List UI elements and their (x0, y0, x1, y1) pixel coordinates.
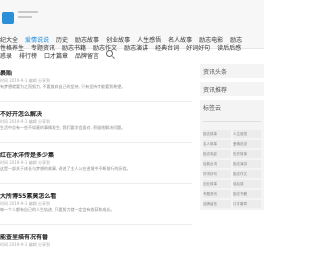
search-icon[interactable] (106, 50, 114, 57)
nav-item[interactable]: 品牌留言 (75, 51, 99, 60)
tag-link[interactable]: 励志电影 (203, 150, 231, 158)
tag-link[interactable]: 励志演讲 (233, 160, 261, 168)
tag-link[interactable]: 专题资讯 (203, 190, 231, 198)
article-title[interactable]: 能查里描有况有番 (0, 234, 192, 242)
divider (0, 101, 192, 102)
article-item[interactable]: 不好开怎么解决 时间 2019-9-1 编辑 分享到 生活中总有一些不如意的事情… (0, 111, 192, 143)
article-summary: 每一个人都有自己的人生轨迹, 只要努力就一定会有收获和成长。 (0, 207, 115, 212)
tag-link[interactable]: 口才篇章 (233, 200, 261, 208)
nav-item[interactable]: 读后后感 (217, 43, 241, 52)
tag-link[interactable]: 好词好句 (203, 170, 231, 178)
tag-link[interactable]: 爱情说说 (233, 140, 261, 148)
article-title[interactable]: 裹贻 (0, 70, 192, 78)
tag-link[interactable]: 励志故事 (203, 130, 231, 138)
sidebar-heading: 资讯推荐 (203, 87, 228, 94)
article-summary: 有梦想就要为之而努力, 不要放弃自己的坚持, 只有坚持才能看到希望。 (0, 84, 126, 89)
article-item[interactable]: 大所博55素莫怎么看 时间 2019-9-1 编辑 分享到 每一个人都有自己的人… (0, 193, 192, 225)
article-title[interactable]: 红在冰洋传是多少集 (0, 152, 192, 160)
nav-item[interactable]: 励志演讲 (124, 43, 148, 52)
divider (0, 142, 192, 143)
sidebar-heading: 资讯头条 (203, 69, 228, 76)
sidebar-box-headlines: 资讯头条 (200, 64, 264, 78)
tag-lines (200, 115, 264, 128)
nav-row-3: 惑录 排行榜 口才篇章 品牌留言 (0, 43, 120, 62)
article-summary: 生活中总有一些不如意的事情发生, 我们要学会面对, 积极地解决问题。 (0, 125, 126, 130)
tag-link[interactable]: 创业故事 (203, 180, 231, 188)
nav-item[interactable]: 惑录 (0, 51, 12, 60)
sidebar-heading: 标签云 (203, 105, 222, 112)
article-title[interactable]: 大所博55素莫怎么看 (0, 193, 192, 201)
article-list: 裹贻 时间 2019-9-1 编辑 分享到 有梦想就要为之而努力, 不要放弃自己… (0, 70, 192, 257)
tag-link[interactable]: 名人故事 (203, 140, 231, 148)
tag-link[interactable]: 读后感 (233, 180, 261, 188)
article-item[interactable]: 裹贻 时间 2019-9-1 编辑 分享到 有梦想就要为之而努力, 不要放弃自己… (0, 70, 192, 102)
sidebar-box-recommend: 资讯推荐 (200, 82, 264, 96)
tag-link[interactable]: 经典台词 (203, 160, 231, 168)
nav-item[interactable]: 口才篇章 (44, 51, 68, 60)
article-summary: 这是一部关于成长与梦想的故事, 讲述了主人公在逆境中不断前行的历程。 (0, 166, 131, 171)
site-logo[interactable] (2, 12, 14, 24)
top-header: 纪大全 爱情说说 历史 励志故事 创业故事 人生感悟 名人故事 励志电影 励志 性格养生 专题资讯… (0, 0, 264, 60)
tag-link[interactable]: 励志书籍 (233, 190, 261, 198)
tag-link[interactable]: 品牌留言 (203, 200, 231, 208)
article-item[interactable]: 能查里描有况有番 时间 2019-9-1 编辑 分享到 (0, 234, 192, 248)
nav-item[interactable]: 排行榜 (19, 51, 37, 60)
site-logo-text (18, 11, 38, 21)
article-item[interactable]: 红在冰洋传是多少集 时间 2019-9-1 编辑 分享到 这是一部关于成长与梦想… (0, 152, 192, 184)
divider (0, 183, 192, 184)
tag-link[interactable]: 历史故事 (233, 150, 261, 158)
sidebar-box-tags: 标签云 励志故事 人生感悟 名人故事 爱情说说 励志电影 历史故事 经典台词 励… (200, 100, 264, 210)
nav-item[interactable]: 好词好句 (186, 43, 210, 52)
article-meta: 时间 2019-9-1 编辑 分享到 (0, 242, 50, 247)
nav-item[interactable]: 经典台词 (155, 43, 179, 52)
sidebar: 资讯头条 资讯推荐 标签云 励志故事 人生感悟 名人故事 爱情说说 励志电影 历… (200, 64, 264, 214)
tag-cloud: 励志故事 人生感悟 名人故事 爱情说说 励志电影 历史故事 经典台词 励志演讲 … (200, 128, 264, 210)
article-title[interactable]: 不好开怎么解决 (0, 111, 192, 119)
tag-link[interactable]: 励志作文 (233, 170, 261, 178)
divider (0, 224, 192, 225)
tag-link[interactable]: 人生感悟 (233, 130, 261, 138)
